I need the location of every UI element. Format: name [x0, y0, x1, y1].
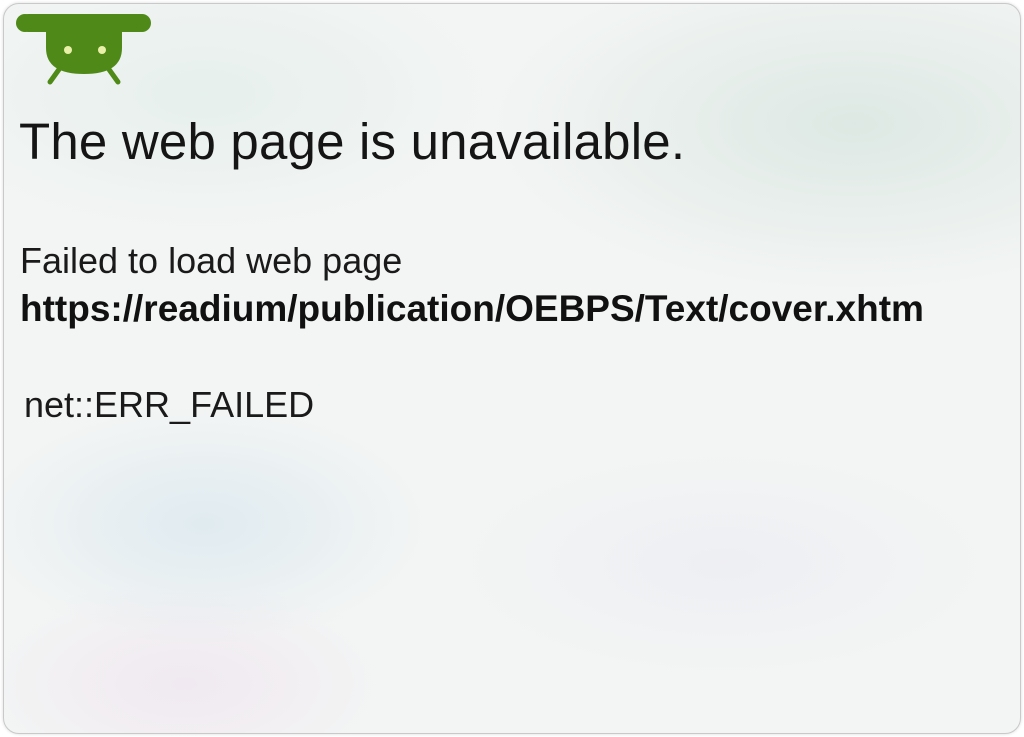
android-robot-icon	[16, 14, 151, 85]
error-page: The web page is unavailable. Failed to l…	[3, 3, 1021, 734]
error-description: Failed to load web page	[20, 240, 403, 281]
failed-url: https://readium/publication/OEBPS/Text/c…	[20, 288, 924, 329]
page-title: The web page is unavailable.	[19, 113, 686, 170]
error-code: net::ERR_FAILED	[24, 384, 315, 425]
